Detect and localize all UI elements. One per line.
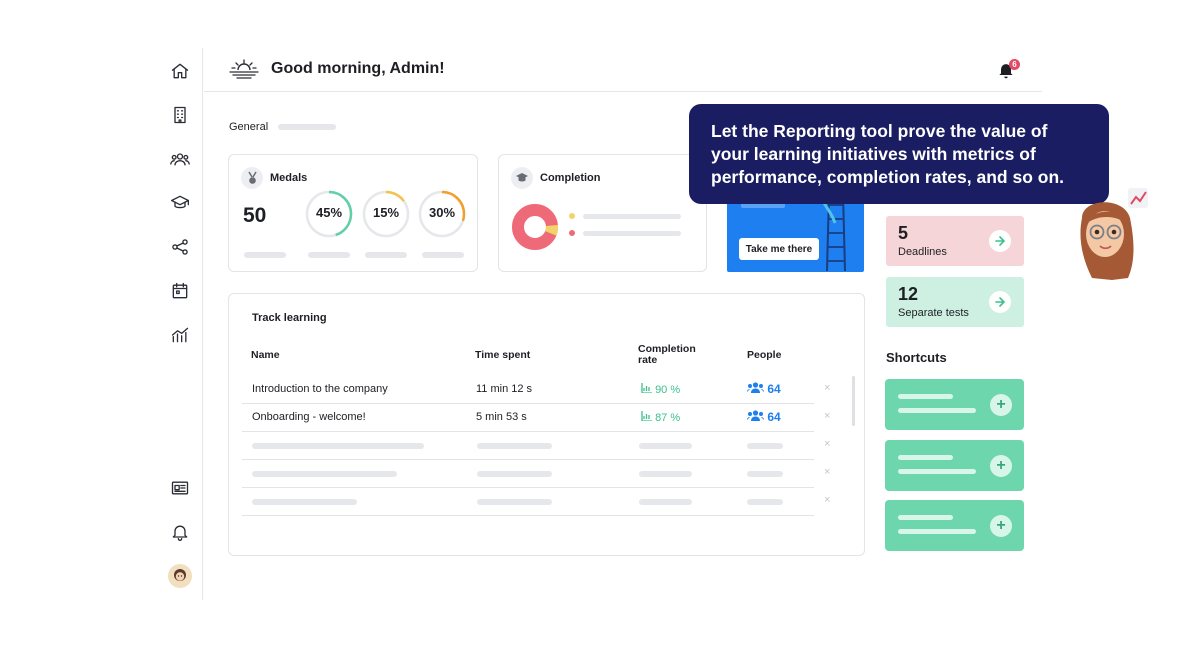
news-icon[interactable] xyxy=(168,476,192,500)
row-people[interactable]: 64 xyxy=(747,410,781,424)
sidebar xyxy=(158,48,203,600)
arrow-right-icon[interactable] xyxy=(989,230,1011,252)
medal-ring-3: 30% xyxy=(417,189,467,239)
users-icon[interactable] xyxy=(168,147,192,171)
legend-dot-red xyxy=(569,230,575,236)
medals-title: Medals xyxy=(270,172,308,184)
medal-ring-1: 45% xyxy=(304,189,354,239)
row-time: 5 min 53 s xyxy=(476,411,527,423)
row-name: Onboarding - welcome! xyxy=(252,411,366,423)
bar-chart-icon xyxy=(641,383,652,394)
medal-ring-2-label: 15% xyxy=(372,205,400,220)
separate-tests-count: 12 xyxy=(898,284,919,304)
table-row-placeholder xyxy=(242,432,814,460)
placeholder-line xyxy=(278,124,336,130)
remove-row-icon[interactable]: × xyxy=(824,410,830,422)
row-time: 11 min 12 s xyxy=(476,383,533,395)
arrow-right-icon[interactable] xyxy=(989,291,1011,313)
reports-chart-icon[interactable] xyxy=(168,323,192,347)
placeholder-line xyxy=(583,231,681,236)
avatar[interactable] xyxy=(168,564,192,588)
medal-icon xyxy=(241,167,263,189)
plus-icon[interactable]: + xyxy=(990,515,1012,537)
placeholder-line xyxy=(422,252,464,258)
completion-donut xyxy=(512,204,558,250)
medals-count: 50 xyxy=(243,204,267,227)
medal-ring-3-label: 30% xyxy=(428,205,456,220)
row-rate: 87 % xyxy=(641,411,680,424)
ladder-illustration xyxy=(819,193,846,271)
shortcut-item[interactable]: + xyxy=(885,379,1024,430)
row-name: Introduction to the company xyxy=(252,383,388,395)
sunrise-icon xyxy=(229,59,259,79)
track-learning-card: Track learning Name Time spent Completio… xyxy=(228,293,865,556)
home-icon[interactable] xyxy=(168,59,192,83)
placeholder-line xyxy=(583,214,681,219)
section-label: General xyxy=(229,121,269,133)
shortcuts-title: Shortcuts xyxy=(886,350,947,365)
deadlines-count: 5 xyxy=(898,223,909,243)
remove-row-icon[interactable]: × xyxy=(824,466,830,478)
column-header-rate[interactable]: Completion rate xyxy=(638,344,708,366)
share-icon[interactable] xyxy=(168,235,192,259)
medal-ring-1-label: 45% xyxy=(315,205,343,220)
row-rate: 90 % xyxy=(641,383,680,396)
greeting-title: Good morning, Admin! xyxy=(271,60,445,77)
medals-card: Medals 50 45% 15% 30% xyxy=(228,154,478,272)
building-icon[interactable] xyxy=(168,103,192,127)
deadlines-card[interactable]: 5 Deadlines xyxy=(886,216,1024,266)
shortcut-item[interactable]: + xyxy=(885,500,1024,551)
table-row[interactable]: Introduction to the company 11 min 12 s … xyxy=(242,376,814,404)
legend-dot-yellow xyxy=(569,213,575,219)
remove-row-icon[interactable]: × xyxy=(824,382,830,394)
shortcut-item[interactable]: + xyxy=(885,440,1024,491)
memoji-avatar xyxy=(1080,188,1148,280)
table-row-placeholder xyxy=(242,488,814,516)
completion-card: Completion xyxy=(498,154,707,272)
plus-icon[interactable]: + xyxy=(990,394,1012,416)
bell-icon[interactable] xyxy=(168,520,192,544)
deadlines-label: Deadlines xyxy=(898,246,947,258)
calendar-icon[interactable] xyxy=(168,279,192,303)
graduation-cap-icon[interactable] xyxy=(168,191,192,215)
top-header: Good morning, Admin! 6 xyxy=(204,48,1042,92)
column-header-name[interactable]: Name xyxy=(251,350,280,361)
people-icon xyxy=(747,382,764,393)
take-me-there-button[interactable]: Take me there xyxy=(739,238,819,260)
bar-chart-icon xyxy=(641,411,652,422)
track-learning-title: Track learning xyxy=(252,312,327,324)
separate-tests-card[interactable]: 12 Separate tests xyxy=(886,277,1024,327)
people-icon xyxy=(747,410,764,421)
remove-row-icon[interactable]: × xyxy=(824,438,830,450)
table-row[interactable]: Onboarding - welcome! 5 min 53 s 87 % 64 xyxy=(242,404,814,432)
separate-tests-label: Separate tests xyxy=(898,307,969,319)
medal-ring-2: 15% xyxy=(361,189,411,239)
table-scrollbar[interactable] xyxy=(852,376,855,426)
notification-badge: 6 xyxy=(1009,59,1020,70)
completion-title: Completion xyxy=(540,172,601,184)
plus-icon[interactable]: + xyxy=(990,455,1012,477)
column-header-time[interactable]: Time spent xyxy=(475,350,530,361)
remove-row-icon[interactable]: × xyxy=(824,494,830,506)
graduation-cap-small-icon xyxy=(511,167,533,189)
placeholder-line xyxy=(365,252,407,258)
placeholder-line xyxy=(244,252,286,258)
reporting-tooltip: Let the Reporting tool prove the value o… xyxy=(689,104,1109,204)
row-people[interactable]: 64 xyxy=(747,382,781,396)
table-row-placeholder xyxy=(242,460,814,488)
placeholder-line xyxy=(308,252,350,258)
column-header-people[interactable]: People xyxy=(747,350,781,361)
